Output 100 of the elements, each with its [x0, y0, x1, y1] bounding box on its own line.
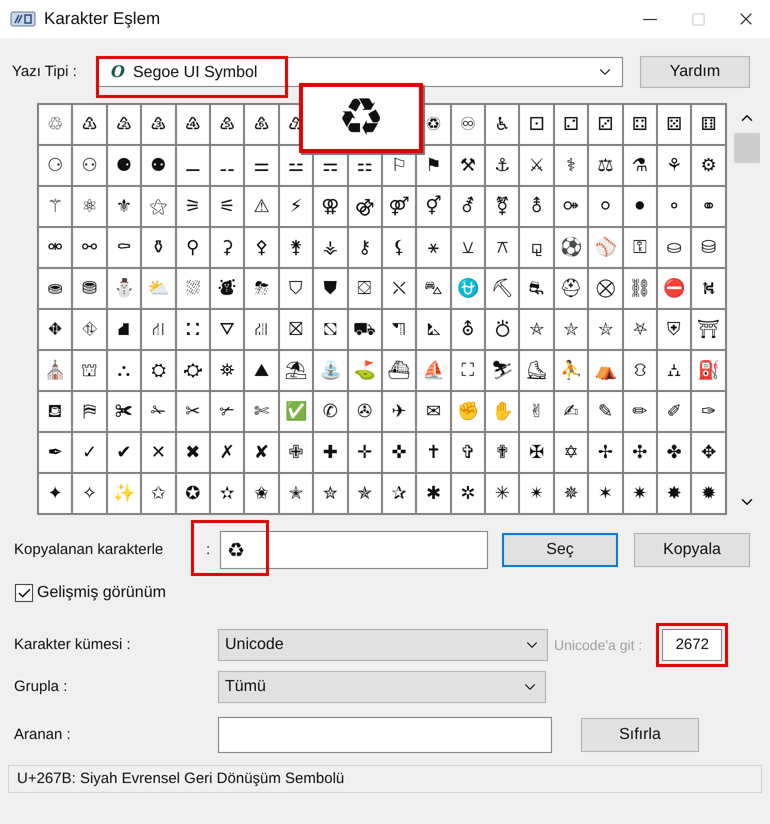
- character-cell[interactable]: ✧: [73, 474, 106, 513]
- character-cell[interactable]: ⛁: [692, 228, 725, 267]
- character-cell[interactable]: ✤: [658, 433, 690, 472]
- character-cell[interactable]: ⛵: [417, 351, 450, 390]
- character-cell[interactable]: ⚭: [692, 187, 725, 226]
- character-cell[interactable]: ⛫: [73, 351, 106, 390]
- character-cell[interactable]: ✂: [176, 392, 209, 431]
- character-cell[interactable]: ⛥: [554, 310, 588, 349]
- character-cell[interactable]: ⚪: [589, 187, 622, 226]
- reset-button[interactable]: Sıfırla: [581, 718, 699, 752]
- character-cell[interactable]: ⛸: [520, 351, 553, 390]
- character-cell[interactable]: ✕: [142, 433, 175, 472]
- font-select[interactable]: O Segoe UI Symbol: [98, 57, 623, 87]
- character-cell[interactable]: ⛇: [210, 269, 244, 308]
- character-cell[interactable]: ⛀: [658, 228, 690, 267]
- character-cell[interactable]: ✟: [486, 433, 518, 472]
- character-cell[interactable]: ♸: [245, 105, 278, 144]
- character-cell[interactable]: ✃: [210, 392, 244, 431]
- character-cell[interactable]: ✲: [452, 474, 484, 513]
- character-cell[interactable]: ✩: [142, 474, 175, 513]
- character-cell[interactable]: ✅: [280, 392, 312, 431]
- character-cell[interactable]: ⛍: [417, 269, 450, 308]
- character-cell[interactable]: ⚽: [554, 228, 588, 267]
- character-cell[interactable]: ⛣: [486, 310, 518, 349]
- character-cell[interactable]: ⚥: [417, 187, 450, 226]
- character-cell[interactable]: ⛽: [692, 351, 725, 390]
- character-cell[interactable]: ⚱: [142, 228, 175, 267]
- character-cell[interactable]: ⚇: [73, 146, 106, 185]
- character-cell[interactable]: ⚳: [210, 228, 244, 267]
- character-cell[interactable]: ✈: [382, 392, 416, 431]
- character-cell[interactable]: ✙: [280, 433, 312, 472]
- character-cell[interactable]: ✍: [554, 392, 588, 431]
- character-cell[interactable]: ⚀: [520, 105, 553, 144]
- character-cell[interactable]: ⚖: [589, 146, 622, 185]
- character-cell[interactable]: ⚁: [554, 105, 588, 144]
- character-cell[interactable]: ♶: [176, 105, 209, 144]
- character-cell[interactable]: ♷: [210, 105, 244, 144]
- character-cell[interactable]: ⚲: [176, 228, 209, 267]
- character-cell[interactable]: ♳: [73, 105, 106, 144]
- character-cell[interactable]: ✎: [589, 392, 622, 431]
- character-cell[interactable]: ✢: [589, 433, 622, 472]
- character-cell[interactable]: ⛃: [73, 269, 106, 308]
- character-cell[interactable]: ⛜: [245, 310, 278, 349]
- checkbox[interactable]: [15, 584, 33, 602]
- character-cell[interactable]: ⚓: [486, 146, 518, 185]
- character-cell[interactable]: ⚃: [624, 105, 656, 144]
- character-cell[interactable]: ✴: [520, 474, 553, 513]
- character-cell[interactable]: ✓: [73, 433, 106, 472]
- character-cell[interactable]: ✌: [520, 392, 553, 431]
- character-cell[interactable]: ⛒: [589, 269, 622, 308]
- character-cell[interactable]: ⚹: [417, 228, 450, 267]
- character-cell[interactable]: ♾: [452, 105, 484, 144]
- character-cell[interactable]: ⚙: [692, 146, 725, 185]
- character-cell[interactable]: ✚: [314, 433, 347, 472]
- character-cell[interactable]: ⛧: [624, 310, 656, 349]
- search-field[interactable]: [218, 717, 552, 753]
- copy-button[interactable]: Kopyala: [634, 533, 750, 567]
- character-cell[interactable]: ⚼: [520, 228, 553, 267]
- character-cell[interactable]: ⛝: [280, 310, 312, 349]
- character-cell[interactable]: ⚴: [245, 228, 278, 267]
- character-cell[interactable]: ⚺: [452, 228, 484, 267]
- character-cell[interactable]: ⚟: [210, 187, 244, 226]
- character-cell[interactable]: ⚢: [314, 187, 347, 226]
- character-cell[interactable]: ✥: [692, 433, 725, 472]
- character-cell[interactable]: ⚻: [486, 228, 518, 267]
- character-cell[interactable]: ✠: [520, 433, 553, 472]
- character-cell[interactable]: ✔: [108, 433, 140, 472]
- character-cell[interactable]: ⚬: [658, 187, 690, 226]
- character-cell[interactable]: ♲: [39, 105, 72, 144]
- character-cell[interactable]: ✵: [554, 474, 588, 513]
- character-cell[interactable]: ⚵: [280, 228, 312, 267]
- select-button[interactable]: Seç: [502, 533, 618, 567]
- character-cell[interactable]: ⚞: [176, 187, 209, 226]
- character-cell[interactable]: ⛖: [39, 310, 72, 349]
- charset-select[interactable]: Unicode: [218, 629, 548, 661]
- character-cell[interactable]: ⛤: [520, 310, 553, 349]
- character-cell[interactable]: ⛯: [210, 351, 244, 390]
- character-cell[interactable]: ⛬: [108, 351, 140, 390]
- character-cell[interactable]: ⚫: [624, 187, 656, 226]
- scrollbar-thumb[interactable]: [734, 133, 760, 163]
- character-cell[interactable]: ⚒: [452, 146, 484, 185]
- character-cell[interactable]: ⛄: [108, 269, 140, 308]
- character-cell[interactable]: ✶: [589, 474, 622, 513]
- character-cell[interactable]: ⚂: [589, 105, 622, 144]
- character-cell[interactable]: ⚍: [280, 146, 312, 185]
- character-cell[interactable]: ✬: [245, 474, 278, 513]
- character-cell[interactable]: ⚌: [245, 146, 278, 185]
- character-cell[interactable]: ✐: [658, 392, 690, 431]
- character-cell[interactable]: ⛗: [73, 310, 106, 349]
- character-cell[interactable]: ⚮: [39, 228, 72, 267]
- character-cell[interactable]: ⚤: [382, 187, 416, 226]
- character-cell[interactable]: ⛌: [382, 269, 416, 308]
- character-cell[interactable]: ✘: [245, 433, 278, 472]
- character-cell[interactable]: ⚛: [73, 187, 106, 226]
- character-cell[interactable]: ✉: [417, 392, 450, 431]
- character-cell[interactable]: ⚿: [624, 228, 656, 267]
- character-cell[interactable]: ⛭: [142, 351, 175, 390]
- character-cell[interactable]: ✄: [245, 392, 278, 431]
- group-select[interactable]: Tümü: [218, 671, 546, 703]
- character-cell[interactable]: ✀: [108, 392, 140, 431]
